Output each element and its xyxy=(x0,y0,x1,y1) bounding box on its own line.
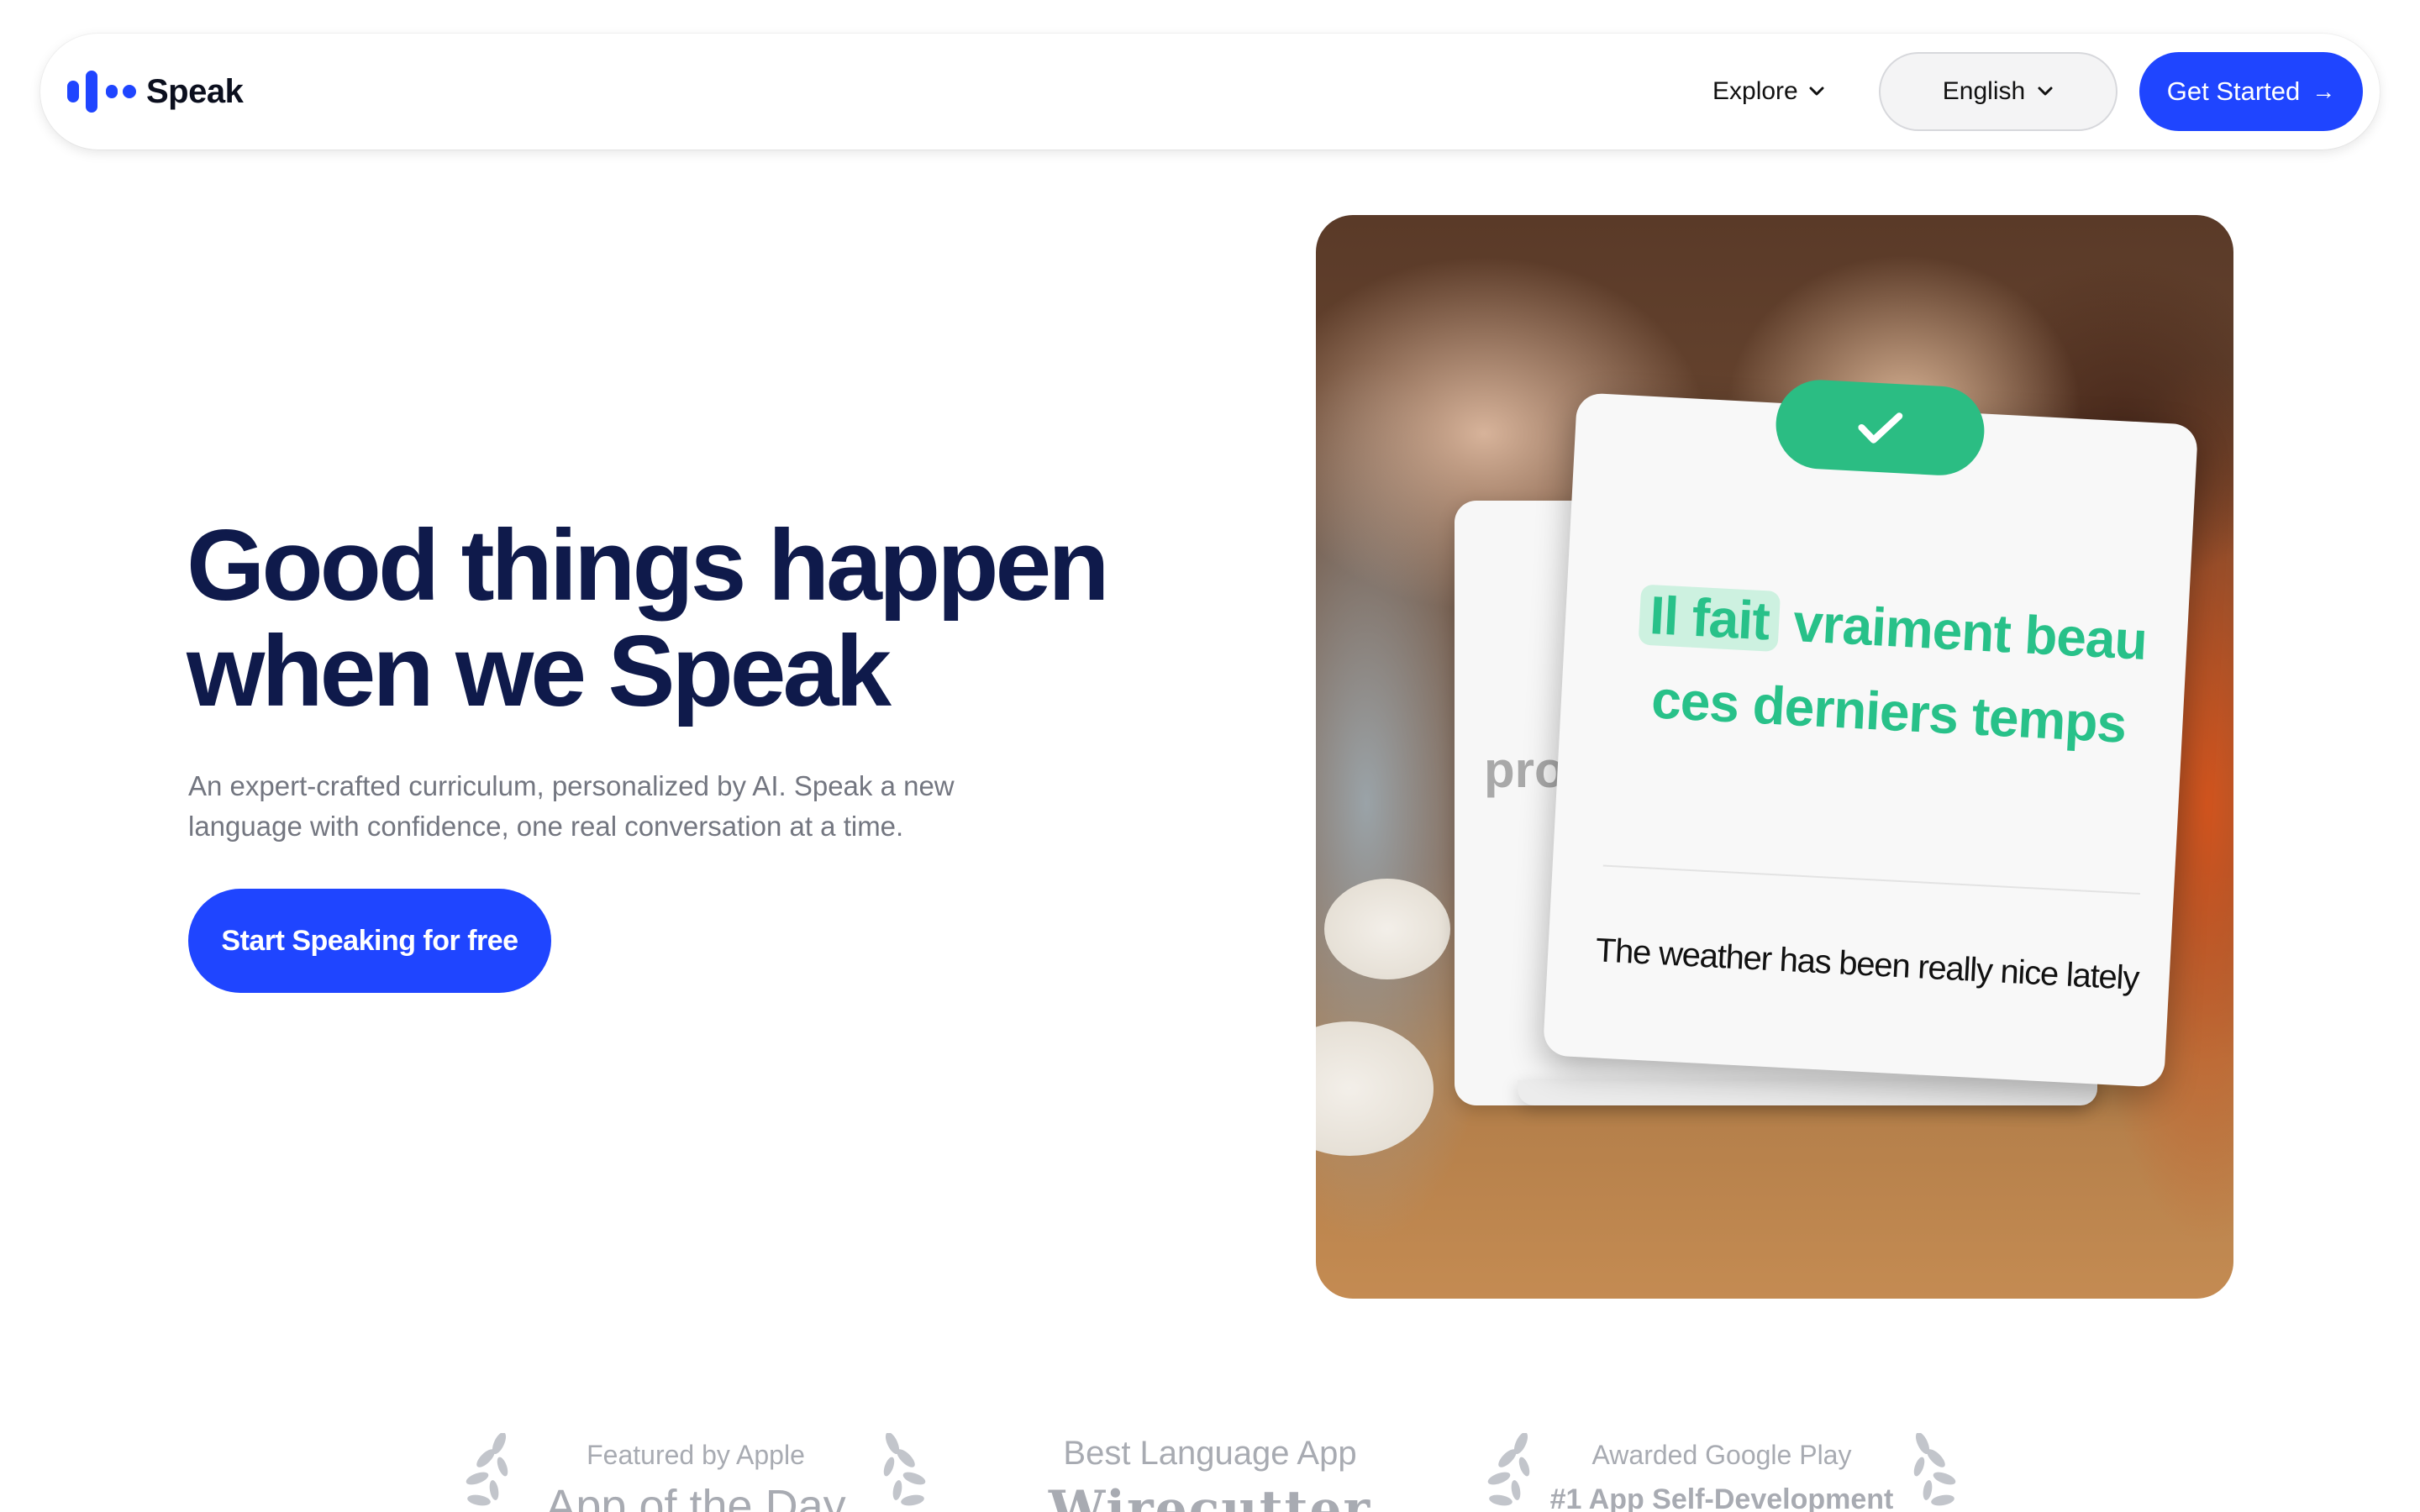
phrase-line-2: ces derniers temps xyxy=(1649,669,2128,754)
hero-subtitle-line-1: An expert-crafted curriculum, personaliz… xyxy=(188,770,955,801)
award-apple-title: App of the Day xyxy=(545,1481,846,1512)
hero-photo: pro Il fait vraiment beau ces derniers t… xyxy=(1316,215,2233,1299)
hero-subtitle-line-2: language with confidence, one real conve… xyxy=(188,811,904,842)
language-selector[interactable]: English xyxy=(1879,52,2118,131)
start-speaking-button[interactable]: Start Speaking for free xyxy=(188,889,551,993)
award-wirecutter-title: Wirecutter xyxy=(1048,1480,1372,1512)
phrase-rest: vraiment beau xyxy=(1791,592,2149,671)
top-nav: Speak Explore English Get Started → xyxy=(40,34,2380,150)
plate-decoration xyxy=(1316,1021,1434,1156)
explore-label: Explore xyxy=(1712,77,1798,105)
phrase-highlight: Il fait xyxy=(1638,584,1781,653)
get-started-button[interactable]: Get Started → xyxy=(2139,52,2363,131)
start-speaking-label: Start Speaking for free xyxy=(221,924,518,957)
award-google: Awarded Google Play #1 App Self-Developm… xyxy=(1482,1428,1961,1512)
laurel-icon xyxy=(1913,1433,1956,1506)
page: Speak Explore English Get Started → Good… xyxy=(0,0,2420,1512)
award-google-label: Awarded Google Play xyxy=(1591,1440,1852,1470)
arrow-right-icon: → xyxy=(2312,78,2336,104)
card-divider xyxy=(1602,864,2140,895)
award-apple: Featured by Apple App of the Day xyxy=(460,1428,931,1512)
award-wirecutter-label: Best Language App xyxy=(1063,1435,1357,1472)
back-card-text: pro xyxy=(1484,742,1565,798)
hero-title: Good things happen when we Speak xyxy=(187,512,1195,724)
hero-title-line-1: Good things happen xyxy=(187,509,1110,622)
success-badge xyxy=(1773,377,1987,478)
check-icon xyxy=(1858,412,1903,444)
explore-menu[interactable]: Explore xyxy=(1712,71,1825,113)
award-wirecutter: Best Language App Wirecutter xyxy=(1025,1428,1395,1512)
language-label: English xyxy=(1942,77,2026,105)
chevron-down-icon xyxy=(2038,87,2053,96)
hero-title-line-2: when we Speak xyxy=(187,615,892,727)
speak-logo-icon xyxy=(67,71,138,113)
laurel-icon xyxy=(883,1433,926,1506)
award-google-title: #1 App Self-Development xyxy=(1549,1483,1894,1512)
logo[interactable]: Speak xyxy=(67,60,244,123)
get-started-label: Get Started xyxy=(2166,76,2301,106)
translation-text: The weather has been really nice lately xyxy=(1594,932,2140,998)
back-card-shadow xyxy=(1518,1080,2097,1105)
lesson-card: Il fait vraiment beau ces derniers temps… xyxy=(1542,377,2199,1088)
logo-wordmark: Speak xyxy=(146,72,244,110)
hero-subtitle: An expert-crafted curriculum, personaliz… xyxy=(188,766,1062,847)
award-apple-label: Featured by Apple xyxy=(587,1440,805,1470)
french-phrase: Il fait vraiment beau ces derniers temps xyxy=(1618,572,2165,768)
cup-decoration xyxy=(1324,879,1450,979)
chevron-down-icon xyxy=(1809,87,1824,96)
